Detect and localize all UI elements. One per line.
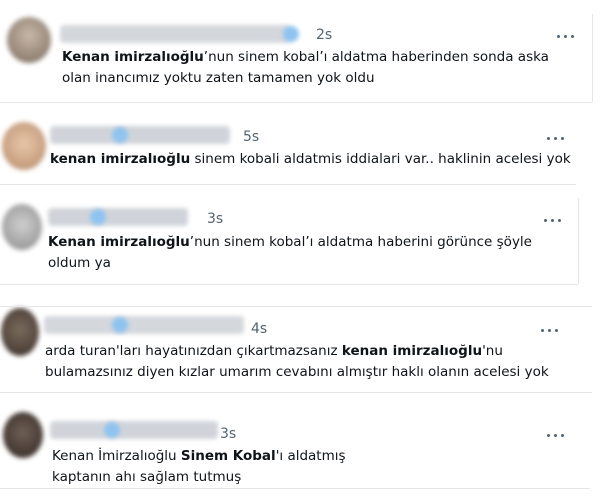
tweet-time[interactable]: 3s: [207, 211, 223, 227]
verified-badge-icon: [112, 317, 128, 333]
tweet-text: Kenan imirzalıoğlu’nun sinem kobal’ı ald…: [48, 234, 532, 271]
tweet-time[interactable]: 5s: [243, 129, 259, 145]
tweet-text: Kenan İmirzalıoğlu Sinem Kobal'ı aldatmı…: [52, 448, 346, 485]
verified-badge-icon: [283, 26, 299, 42]
user-name-blurred[interactable]: [44, 316, 244, 334]
divider: [0, 102, 592, 103]
avatar[interactable]: [2, 204, 42, 250]
avatar[interactable]: [3, 412, 43, 458]
user-name-blurred[interactable]: [60, 25, 290, 43]
more-options-icon[interactable]: [556, 32, 576, 42]
more-options-icon[interactable]: [546, 431, 566, 441]
tweet-card[interactable]: 3s Kenan İmirzalıoğlu Sinem Kobal'ı alda…: [0, 404, 602, 504]
more-options-icon[interactable]: [543, 216, 563, 226]
avatar[interactable]: [1, 308, 39, 356]
verified-badge-icon: [112, 127, 128, 143]
tweet-highlight: Sinem Kobal: [180, 448, 276, 464]
tweet-text: Kenan imirzalıoğlu’nun sinem kobal’ı ald…: [62, 49, 549, 86]
more-options-icon[interactable]: [546, 134, 566, 144]
divider: [0, 306, 592, 307]
tweet-highlight: Kenan imirzalıoğlu: [48, 234, 190, 250]
user-name-blurred[interactable]: [50, 421, 218, 439]
tweet-highlight: kenan imirzalıoğlu: [341, 343, 483, 359]
divider: [592, 14, 593, 102]
verified-badge-icon: [104, 422, 120, 438]
avatar[interactable]: [7, 17, 51, 63]
tweet-highlight: kenan imirzalıoğlu: [50, 151, 191, 167]
tweet-highlight: Kenan imirzalıoğlu: [62, 49, 204, 65]
verified-badge-icon: [90, 209, 106, 225]
tweet-card[interactable]: 5s kenan imirzalıoğlu sinem kobali aldat…: [0, 112, 602, 188]
tweet-time[interactable]: 4s: [251, 321, 267, 337]
divider: [578, 198, 579, 284]
divider: [0, 184, 576, 185]
divider: [0, 284, 578, 285]
divider: [0, 392, 592, 393]
tweet-text: kenan imirzalıoğlu sinem kobali aldatmis…: [50, 151, 571, 167]
divider: [0, 488, 590, 489]
tweet-card[interactable]: 2s Kenan imirzalıoğlu’nun sinem kobal’ı …: [0, 0, 602, 104]
tweet-time[interactable]: 3s: [220, 426, 236, 442]
tweet-text: arda turan'ları hayatınızdan çıkartmazsa…: [45, 343, 549, 380]
user-name-blurred[interactable]: [50, 126, 230, 144]
tweet-card[interactable]: 3s Kenan imirzalıoğlu’nun sinem kobal’ı …: [0, 196, 602, 290]
tweet-card[interactable]: 4s arda turan'ları hayatınızdan çıkartma…: [0, 300, 602, 392]
tweet-time[interactable]: 2s: [316, 27, 332, 43]
user-name-blurred[interactable]: [48, 208, 188, 226]
more-options-icon[interactable]: [540, 326, 560, 336]
avatar[interactable]: [2, 122, 46, 170]
